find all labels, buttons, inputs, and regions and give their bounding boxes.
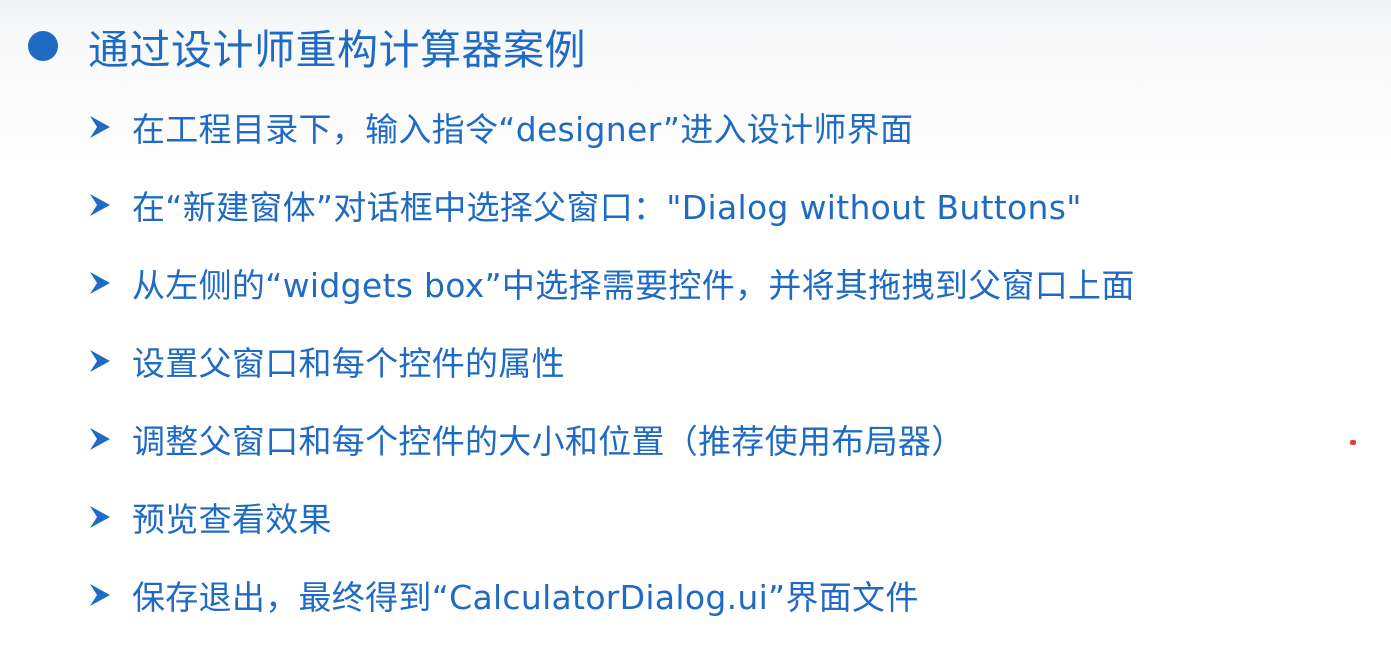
list-item-text: 在“新建窗体”对话框中选择父窗口："Dialog without Buttons… (132, 188, 1082, 227)
arrow-bullet-icon (88, 504, 118, 530)
list-item: 调整父窗口和每个控件的大小和位置（推荐使用布局器） (88, 400, 1378, 478)
slide-title: 通过设计师重构计算器案例 (88, 26, 586, 74)
list-item: 预览查看效果 (88, 478, 1378, 556)
list-item: 从左侧的“widgets box”中选择需要控件，并将其拖拽到父窗口上面 (88, 244, 1378, 322)
pointer-dot (1350, 440, 1356, 445)
arrow-bullet-icon (88, 114, 118, 140)
slide: 通过设计师重构计算器案例 在工程目录下，输入指令“designer”进入设计师界… (0, 0, 1391, 653)
bullet-list: 在工程目录下，输入指令“designer”进入设计师界面 在“新建窗体”对话框中… (88, 88, 1378, 634)
list-item: 在工程目录下，输入指令“designer”进入设计师界面 (88, 88, 1378, 166)
list-item: 保存退出，最终得到“CalculatorDialog.ui”界面文件 (88, 556, 1378, 634)
arrow-bullet-icon (88, 582, 118, 608)
list-item-text: 保存退出，最终得到“CalculatorDialog.ui”界面文件 (132, 578, 919, 617)
list-item-text: 在工程目录下，输入指令“designer”进入设计师界面 (132, 110, 914, 149)
list-item: 设置父窗口和每个控件的属性 (88, 322, 1378, 400)
list-item-text: 预览查看效果 (132, 500, 332, 539)
list-item: 在“新建窗体”对话框中选择父窗口："Dialog without Buttons… (88, 166, 1378, 244)
arrow-bullet-icon (88, 348, 118, 374)
list-item-text: 设置父窗口和每个控件的属性 (132, 344, 565, 383)
arrow-bullet-icon (88, 270, 118, 296)
list-item-text: 调整父窗口和每个控件的大小和位置（推荐使用布局器） (132, 422, 965, 461)
arrow-bullet-icon (88, 192, 118, 218)
filled-circle-icon (28, 31, 58, 61)
slide-title-row: 通过设计师重构计算器案例 (28, 14, 586, 78)
list-item-text: 从左侧的“widgets box”中选择需要控件，并将其拖拽到父窗口上面 (132, 266, 1135, 305)
arrow-bullet-icon (88, 426, 118, 452)
